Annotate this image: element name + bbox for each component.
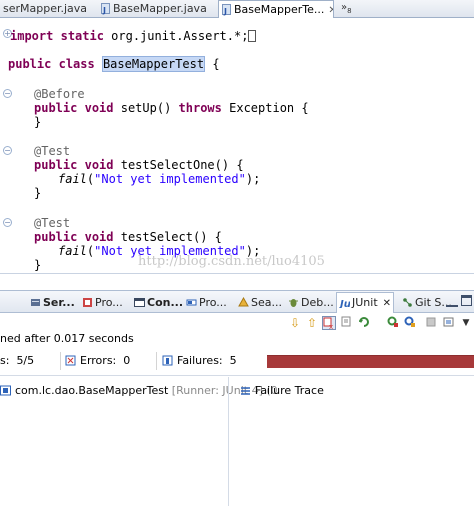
tab-progress[interactable]: Pro... xyxy=(186,293,227,312)
test-suite-failed-icon xyxy=(0,385,11,396)
failure-trace-title: Failure Trace xyxy=(255,384,324,397)
code-line-import: import static org.junit.Assert.*; xyxy=(10,28,257,44)
minimize-icon[interactable] xyxy=(446,295,458,307)
failures-value: 5 xyxy=(229,354,237,367)
console-icon xyxy=(134,298,145,307)
stop-icon[interactable] xyxy=(424,316,438,330)
tab-label: Deb... xyxy=(301,296,334,309)
tab-git-staging[interactable]: Git S... xyxy=(402,293,452,312)
code-line-brace: } xyxy=(34,186,42,200)
tab-label: Ser... xyxy=(43,296,75,309)
pane-splitter[interactable] xyxy=(0,273,474,290)
errors-label: Errors: xyxy=(80,354,117,367)
fold-toggle-icon[interactable]: − xyxy=(3,146,12,155)
code-line-setup: public void setUp() throws Exception { xyxy=(34,101,309,115)
error-icon xyxy=(65,355,76,366)
fold-toggle-icon[interactable]: − xyxy=(3,218,12,227)
tab-servers[interactable]: Ser... xyxy=(30,293,75,312)
close-icon[interactable]: ✕ xyxy=(328,5,333,16)
svg-text:Ju: Ju xyxy=(339,299,350,308)
next-failure-icon[interactable]: ⇩ xyxy=(288,316,302,330)
java-file-icon xyxy=(222,3,231,19)
tab-console[interactable]: Con... xyxy=(134,293,183,312)
history-icon[interactable] xyxy=(442,316,456,330)
rerun-failed-first-icon[interactable] xyxy=(386,316,400,330)
stack-trace-icon xyxy=(241,387,250,395)
rerun-test-icon[interactable] xyxy=(357,316,371,330)
problems-icon xyxy=(83,298,92,307)
elapsed-time-message: ned after 0.017 seconds xyxy=(0,332,134,345)
runs-label: s: xyxy=(0,354,10,367)
code-line-class-decl: public class BaseMapperTest { xyxy=(8,56,220,72)
failure-icon xyxy=(162,355,173,366)
code-line-brace: } xyxy=(34,115,42,129)
progress-icon xyxy=(186,299,197,306)
results-splitter[interactable] xyxy=(228,377,229,506)
watermark-text: http://blog.csdn.net/luo4105 xyxy=(138,254,325,269)
tab-junit[interactable]: Ju JUnit ✕ xyxy=(336,292,395,313)
java-file-icon xyxy=(101,2,110,18)
tab-overflow-button[interactable]: »8 xyxy=(341,2,352,15)
debug-icon xyxy=(289,299,298,307)
code-line-fail: fail("Not yet implemented"); xyxy=(58,172,261,186)
failures-label: Failures: xyxy=(177,354,223,367)
tab-label: BaseMapper.java xyxy=(113,2,207,15)
maximize-icon[interactable] xyxy=(461,295,472,306)
svg-text:x: x xyxy=(329,323,333,329)
previous-failure-icon[interactable]: ⇧ xyxy=(305,316,319,330)
code-editor[interactable]: + import static org.junit.Assert.*; publ… xyxy=(0,18,474,273)
errors-value: 0 xyxy=(123,354,131,367)
search-icon xyxy=(238,297,249,307)
runs-value: 5/5 xyxy=(16,354,35,367)
divider xyxy=(0,375,474,376)
tab-label: Sea... xyxy=(251,296,282,309)
tab-label: Pro... xyxy=(95,296,123,309)
selected-class-name: BaseMapperTest xyxy=(101,56,206,72)
tab-label: Con... xyxy=(147,296,183,309)
scroll-lock-icon[interactable] xyxy=(340,316,354,330)
view-tab-bar: Ser... Pro... Con... Pro... Sea... Deb..… xyxy=(0,290,474,313)
failures-counter: Failures: 5 xyxy=(162,353,237,369)
failure-trace-header: Failure Trace xyxy=(240,383,324,399)
test-progress-bar xyxy=(267,355,474,368)
view-menu-chevron-down-icon[interactable]: ▼ xyxy=(459,316,473,330)
tab-search[interactable]: Sea... xyxy=(238,293,282,312)
editor-tab-basemapper[interactable]: BaseMapper.java xyxy=(98,0,216,18)
test-tree-row[interactable]: com.lc.dao.BaseMapperTest [Runner: JUnit… xyxy=(0,383,278,399)
fold-toggle-icon[interactable]: − xyxy=(3,89,12,98)
tab-debug[interactable]: Deb... xyxy=(288,293,334,312)
tab-problems[interactable]: Pro... xyxy=(82,293,123,312)
code-line-brace: } xyxy=(34,258,42,272)
test-class-name: com.lc.dao.BaseMapperTest xyxy=(15,384,169,397)
errors-counter: Errors: 0 xyxy=(65,353,130,369)
counter-divider xyxy=(60,352,61,370)
counter-divider xyxy=(156,352,157,370)
text-caret xyxy=(248,30,257,42)
show-failures-only-icon[interactable]: x xyxy=(322,316,336,331)
runs-counter: s: 5/5 xyxy=(0,353,34,369)
servers-icon xyxy=(31,299,40,306)
junit-icon: Ju xyxy=(339,299,350,308)
tab-label: serMapper.java xyxy=(3,2,88,15)
editor-tab-bar: serMapper.java BaseMapper.java BaseMappe… xyxy=(0,0,474,19)
tab-label: Pro... xyxy=(199,296,227,309)
junit-toolbar: ⇩ ⇧ x ▼ xyxy=(0,313,474,333)
overflow-count: 8 xyxy=(347,7,352,15)
stop-run-icon[interactable] xyxy=(403,316,417,330)
close-icon[interactable]: ✕ xyxy=(383,298,391,309)
tab-label: BaseMapperTe... xyxy=(234,3,325,16)
editor-tab-usermapper[interactable]: serMapper.java xyxy=(0,0,96,18)
editor-tab-basemappertest[interactable]: BaseMapperTe...✕ xyxy=(218,0,334,19)
git-staging-icon xyxy=(403,298,412,307)
tab-label: JUnit xyxy=(352,296,378,309)
